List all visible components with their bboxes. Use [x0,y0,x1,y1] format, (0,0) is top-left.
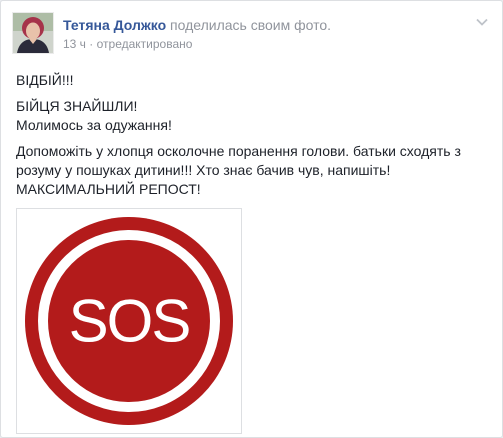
author-avatar[interactable] [12,12,54,54]
post-action-text: поделилась своим фото. [170,17,332,33]
post-line: БІЙЦЯ ЗНАЙШЛИ! [16,98,138,114]
post-header: Тетяна Должко поделилась своим фото. 13 … [12,12,490,61]
post-line: Допоможіть у хлопця осколочне поранення … [16,143,461,178]
post-paragraph: Допоможіть у хлопця осколочне поранення … [16,142,486,199]
meta-separator: · [89,37,94,51]
author-name-link[interactable]: Тетяна Должко [63,17,166,33]
edited-label: отредактировано [96,37,193,51]
chevron-down-icon [476,18,488,26]
post-photo[interactable]: SOS [16,208,242,434]
post-options-button[interactable] [474,15,490,29]
sos-text: SOS [69,288,190,355]
post-paragraph: ВІДБІЙ!!! [16,71,486,90]
post-body: ВІДБІЙ!!! БІЙЦЯ ЗНАЙШЛИ! Молимось за оду… [16,71,486,206]
post-meta: 13 ч · отредактировано [63,36,192,52]
author-line: Тетяна Должко поделилась своим фото. [63,16,331,34]
post-paragraph: БІЙЦЯ ЗНАЙШЛИ! Молимось за одужання! [16,97,486,135]
avatar-image [13,13,53,53]
post-line: ВІДБІЙ!!! [16,72,74,88]
post-line: Молимось за одужання! [16,117,172,133]
post-timestamp-link[interactable]: 13 ч [63,37,86,51]
post-line: МАКСИМАЛЬНИЙ РЕПОСТ! [16,181,201,197]
sos-icon: SOS [25,217,233,425]
feed-post: Тетяна Должко поделилась своим фото. 13 … [0,0,503,438]
